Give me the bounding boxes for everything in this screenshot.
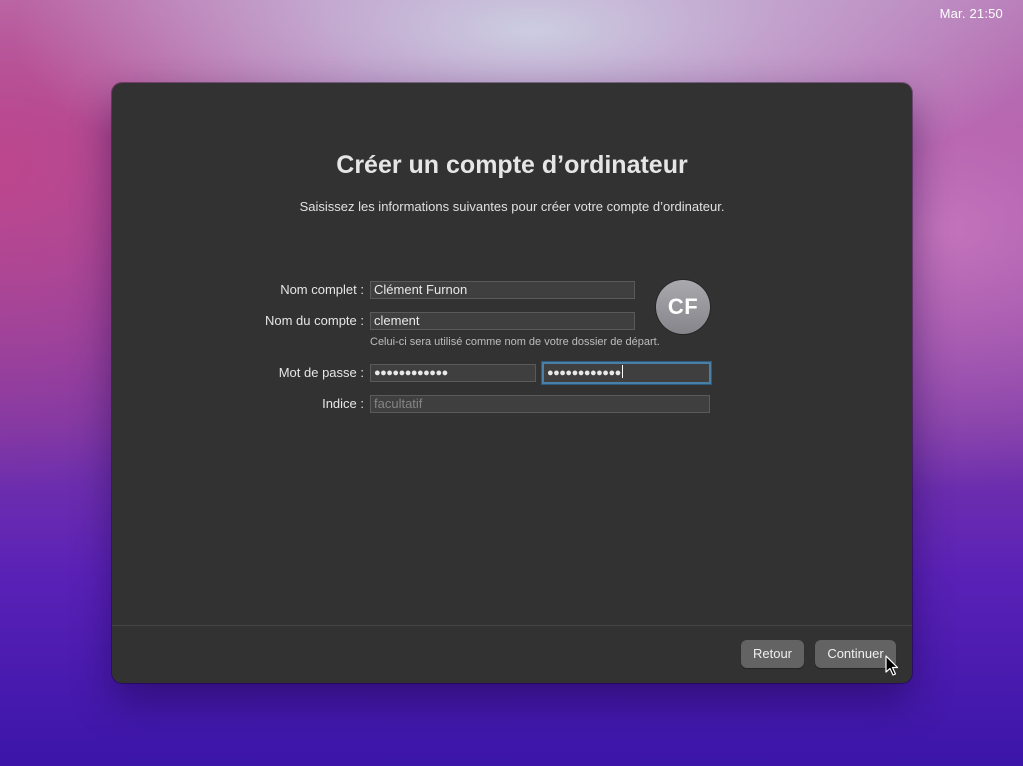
user-avatar[interactable]: CF [656,280,710,334]
verify-password-field[interactable]: ●●●●●●●●●●●● [542,362,711,384]
password-field[interactable]: ●●●●●●●●●●●● [370,364,536,382]
page-title: Créer un compte d’ordinateur [336,151,688,179]
mouse-pointer-icon [885,655,899,676]
account-name-hint: Celui-ci sera utilisé comme nom de votre… [370,336,660,348]
full-name-label: Nom complet : [280,282,364,297]
password-hint-field[interactable]: facultatif [370,395,710,413]
back-button[interactable]: Retour [741,640,804,668]
account-name-label: Nom du compte : [265,313,364,328]
page-subtitle: Saisissez les informations suivantes pou… [299,199,725,214]
full-name-field[interactable]: Clément Furnon [370,281,635,299]
menubar-clock: Mar. 21:50 [939,6,1003,21]
footer-divider [112,625,912,626]
password-hint-label: Indice : [322,396,364,411]
password-label: Mot de passe : [278,365,364,380]
verify-password-value: ●●●●●●●●●●●● [547,367,621,379]
account-name-field[interactable]: clement [370,312,635,330]
create-account-dialog: Créer un compte d’ordinateur Saisissez l… [112,83,912,683]
continue-button[interactable]: Continuer [815,640,896,668]
text-caret [621,365,623,378]
